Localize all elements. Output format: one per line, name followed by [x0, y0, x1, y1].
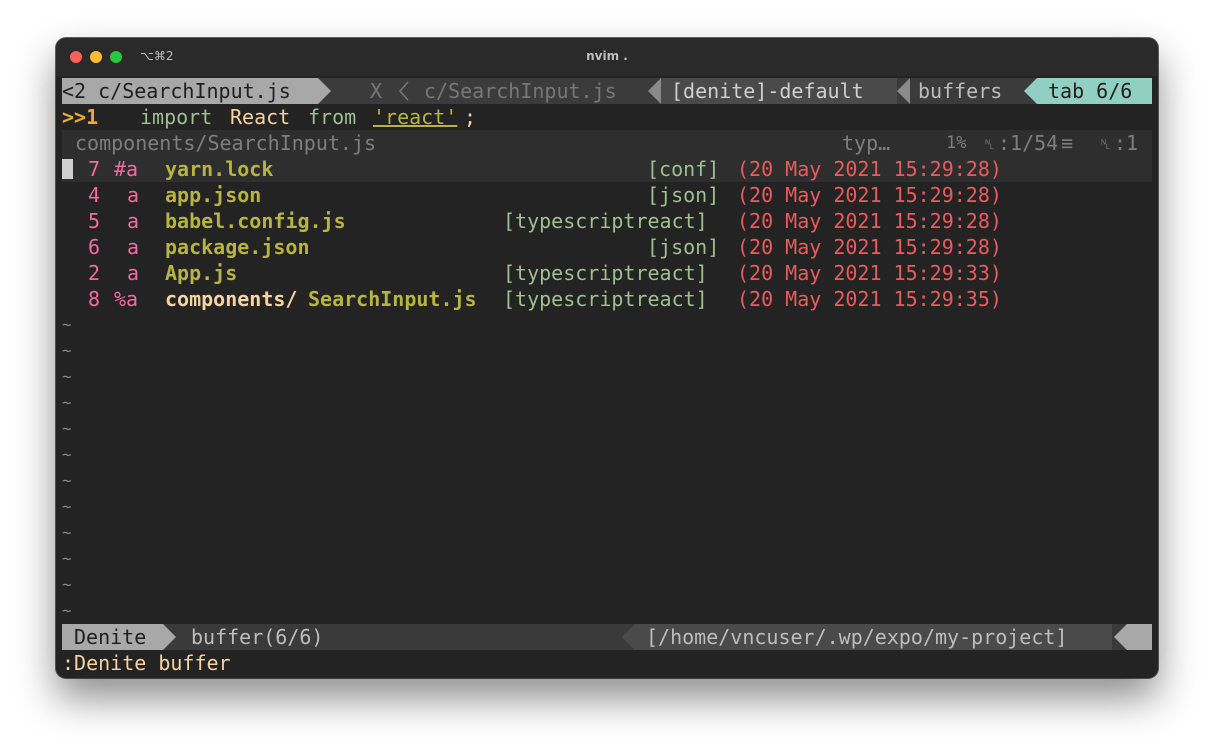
file-statusline: components/SearchInput.js typ… 1% ␤ :1/5…	[62, 130, 1152, 156]
buffer-name: SearchInput.js	[308, 287, 477, 311]
column-number-icon: ␤	[1100, 137, 1112, 153]
tilde: ~	[62, 341, 72, 360]
tab-current[interactable]: c/SearchInput.js	[424, 78, 617, 104]
buffer-filetype: [typescriptreact]	[503, 261, 708, 285]
buffer-date: (20 May 2021 15:29:28)	[737, 209, 1002, 233]
tab-separator-arrow	[318, 78, 331, 104]
buffers-separator-arrow	[897, 78, 910, 104]
buffer-name: App.js	[165, 261, 238, 285]
buffer-date: (20 May 2021 15:29:28)	[737, 235, 1002, 259]
terminal-window: ⌥⌘2 nvim . <2 c/SearchInput.js X c/Searc…	[56, 38, 1158, 678]
line-position: :1/54	[998, 131, 1059, 155]
string-literal: 'react'	[373, 105, 458, 129]
tilde: ~	[62, 419, 72, 438]
buffers-label: buffers	[918, 79, 1003, 103]
list-item[interactable]: 8 %a components/ SearchInput.js [typescr…	[62, 286, 1152, 312]
command-text: :Denite buffer	[62, 651, 231, 675]
denite-separator-arrow	[648, 78, 661, 104]
buffer-number: 4	[88, 183, 101, 207]
window-title: nvim .	[586, 49, 628, 63]
filetype-indicator: typ…	[842, 131, 891, 155]
source-label: buffer(6/6)	[191, 625, 324, 649]
column-position: :1	[1114, 131, 1139, 155]
tilde: ~	[62, 549, 72, 568]
end-separator-arrow	[1114, 624, 1127, 650]
buffer-filetype: [json]	[647, 183, 720, 207]
cursor-block	[62, 159, 73, 179]
buffer-number: 2	[88, 261, 101, 285]
sign-column-marker: >>1	[62, 105, 99, 129]
tilde: ~	[62, 575, 72, 594]
cwd-separator-arrow	[622, 624, 635, 650]
buffer-number: 6	[88, 235, 101, 259]
buffer-name: app.json	[165, 183, 262, 207]
buffer-directory: components/	[165, 287, 298, 311]
tilde: ~	[62, 393, 72, 412]
line-number-icon: ␤	[984, 137, 996, 153]
list-item[interactable]: 2 a App.js [typescriptreact] (20 May 202…	[62, 260, 1152, 286]
tilde: ~	[62, 523, 72, 542]
buffer-number: 5	[88, 209, 101, 233]
buffer-filetype: [typescriptreact]	[503, 209, 708, 233]
menu-lines-icon: ≡	[1061, 131, 1074, 155]
buffer-name: yarn.lock	[165, 157, 274, 181]
buffer-date: (20 May 2021 15:29:28)	[737, 157, 1002, 181]
tab-chevron-icon	[398, 81, 409, 101]
file-path: components/SearchInput.js	[75, 131, 377, 155]
title-bar: ⌥⌘2 nvim .	[56, 38, 1158, 76]
list-item[interactable]: 5 a babel.config.js [typescriptreact] (2…	[62, 208, 1152, 234]
tilde: ~	[62, 471, 72, 490]
tab-count: tab 6/6	[1048, 79, 1133, 103]
tilde: ~	[62, 445, 72, 464]
list-item[interactable]: 6 a package.json [json] (20 May 2021 15:…	[62, 234, 1152, 260]
buffer-date: (20 May 2021 15:29:28)	[737, 183, 1002, 207]
identifier-react: React	[230, 105, 291, 129]
list-item[interactable]: 4 a app.json [json] (20 May 2021 15:29:2…	[62, 182, 1152, 208]
percent-indicator: 1%	[946, 133, 967, 153]
buffer-filetype: [typescriptreact]	[503, 287, 708, 311]
mode-separator-arrow	[163, 624, 176, 650]
buffer-flags: a	[127, 209, 140, 233]
buffer-date: (20 May 2021 15:29:33)	[737, 261, 1002, 285]
buffer-date: (20 May 2021 15:29:35)	[737, 287, 1002, 311]
tilde: ~	[62, 367, 72, 386]
tilde: ~	[62, 497, 72, 516]
nvim-screen[interactable]: <2 c/SearchInput.js X c/SearchInput.js […	[62, 78, 1152, 676]
buffer-name: package.json	[165, 235, 310, 259]
denite-statusline: Denite buffer(6/6) [/home/vncuser/.wp/ex…	[62, 624, 1152, 650]
list-item[interactable]: 7 #a yarn.lock [conf] (20 May 2021 15:29…	[62, 156, 1152, 182]
tab-count-separator-arrow	[1024, 78, 1037, 104]
denite-buffer-label: [denite]-default	[671, 79, 864, 103]
tab-close-button[interactable]: X	[370, 78, 382, 104]
buffer-flags: a	[127, 183, 140, 207]
tilde: ~	[62, 601, 72, 620]
buffer-name: babel.config.js	[165, 209, 346, 233]
buffer-number: 7	[88, 157, 101, 181]
keyword-import: import	[140, 105, 213, 129]
tab-previous[interactable]: <2 c/SearchInput.js	[62, 78, 291, 104]
tilde: ~	[62, 315, 72, 334]
code-line[interactable]: >>1 import React from 'react' ;	[62, 104, 1152, 130]
tabline: <2 c/SearchInput.js X c/SearchInput.js […	[62, 78, 1152, 104]
buffer-flags: #a	[114, 157, 139, 181]
semicolon: ;	[464, 105, 477, 129]
buffer-flags: a	[127, 261, 140, 285]
buffer-flags: a	[127, 235, 140, 259]
buffer-flags: %a	[114, 287, 139, 311]
buffer-filetype: [conf]	[647, 157, 720, 181]
buffer-number: 8	[88, 287, 101, 311]
command-line[interactable]: :Denite buffer	[62, 650, 1152, 676]
cwd-label: [/home/vncuser/.wp/expo/my-project]	[646, 625, 1068, 649]
keyword-from: from	[308, 105, 357, 129]
mode-label: Denite	[74, 625, 147, 649]
buffer-filetype: [json]	[647, 235, 720, 259]
